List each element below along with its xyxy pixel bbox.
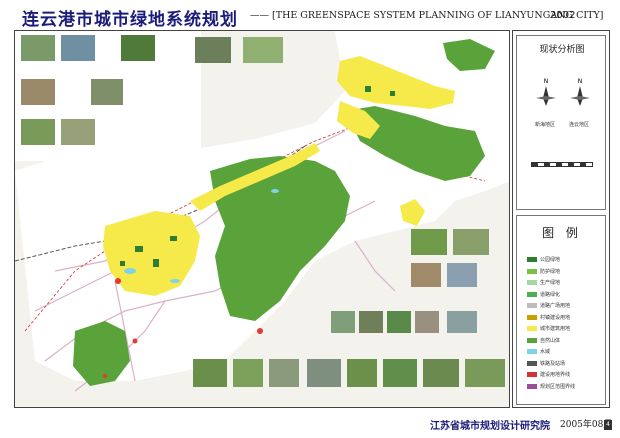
legend-item: 城市建筑用地: [527, 325, 571, 332]
side-panel: 现状分析图 N N 新海地区 连云地区 图 例 公园绿地防护绿地生产绿地道路绿化…: [512, 30, 610, 408]
north-arrow-icon: N: [570, 78, 590, 106]
legend-swatch: [527, 268, 537, 274]
urban-east: [400, 199, 425, 226]
legend-swatch: [527, 257, 537, 262]
legend-title: 图 例: [542, 226, 582, 240]
map-panel: [14, 30, 510, 408]
legend-swatch: [527, 326, 537, 331]
legend-item: 防护绿地: [527, 268, 561, 275]
compass-caption: 连云地区: [569, 122, 590, 128]
legend-swatch: [527, 360, 537, 366]
legend-label: 自然山体: [540, 337, 561, 344]
sheet-footer: 江苏省城市规划设计研究院 2005年08月: [14, 410, 612, 434]
legend-panel: 图 例 公园绿地防护绿地生产绿地道路绿化道路广场用地 村镇建设用地 城市建筑用地 自然…: [516, 215, 606, 405]
legend-label: 城市建筑用地: [540, 326, 571, 332]
legend-swatch: [527, 291, 537, 297]
legend-item: 生产绿地: [527, 279, 561, 286]
page-number: 4: [604, 420, 612, 430]
legend-item: 道路绿化: [527, 291, 561, 298]
institute-name: 江苏省城市规划设计研究院: [430, 421, 550, 432]
legend-label: 铁路及站场: [540, 360, 566, 367]
status-panel: 现状分析图 N N 新海地区 连云地区: [516, 35, 606, 210]
photos-bottom: [193, 359, 505, 387]
title-chinese: 连云港市城市绿地系统规划: [22, 10, 238, 30]
island: [443, 39, 495, 71]
legend-label: 公园绿地: [540, 257, 561, 263]
legend-item: 村镇建设用地: [527, 314, 571, 321]
compass-n-label-1: N: [544, 78, 549, 85]
mountain-southwest: [73, 321, 130, 386]
legend-item: 道路广场用地: [527, 302, 571, 309]
status-title: 现状分析图: [539, 45, 585, 55]
legend-item: 自然山体: [527, 337, 561, 344]
scale-bar: [531, 162, 593, 167]
legend-label: 建设用地界线: [540, 372, 571, 378]
legend-label: 水域: [540, 349, 551, 355]
legend-item: 规划区范围界线: [527, 383, 576, 390]
title-year: 2002: [550, 10, 576, 21]
legend-label: 生产绿地: [540, 280, 561, 286]
compass-n-label-2: N: [578, 78, 583, 85]
urban-lianyun: [337, 56, 455, 109]
legend-label: 道路绿化: [540, 291, 561, 298]
legend-item: 建设用地界线: [527, 371, 571, 378]
map-sheet: 连云港市城市绿地系统规划 —— [THE GREENSPACE SYSTEM P…: [0, 0, 620, 438]
legend-item: 公园绿地: [527, 256, 561, 263]
legend-swatch: [527, 280, 537, 285]
legend-label: 防护绿地: [540, 268, 561, 275]
map-drawing: [15, 31, 509, 407]
sheet-header: 连云港市城市绿地系统规划 —— [THE GREENSPACE SYSTEM P…: [14, 2, 612, 30]
legend-swatch: [527, 303, 537, 308]
north-arrow-icon: N: [536, 78, 556, 106]
compass-caption: 新海地区: [535, 122, 556, 128]
legend-item: 铁路及站场: [527, 360, 566, 367]
legend-label: 道路广场用地: [540, 303, 571, 309]
legend-item: 水域: [527, 348, 551, 355]
legend-swatch: [527, 383, 537, 389]
legend-swatch: [527, 314, 537, 320]
legend-label: 村镇建设用地: [540, 314, 571, 321]
legend-swatch: [527, 337, 537, 343]
legend-swatch: [527, 372, 537, 377]
legend-swatch: [527, 349, 537, 354]
legend-label: 规划区范围界线: [540, 383, 576, 390]
